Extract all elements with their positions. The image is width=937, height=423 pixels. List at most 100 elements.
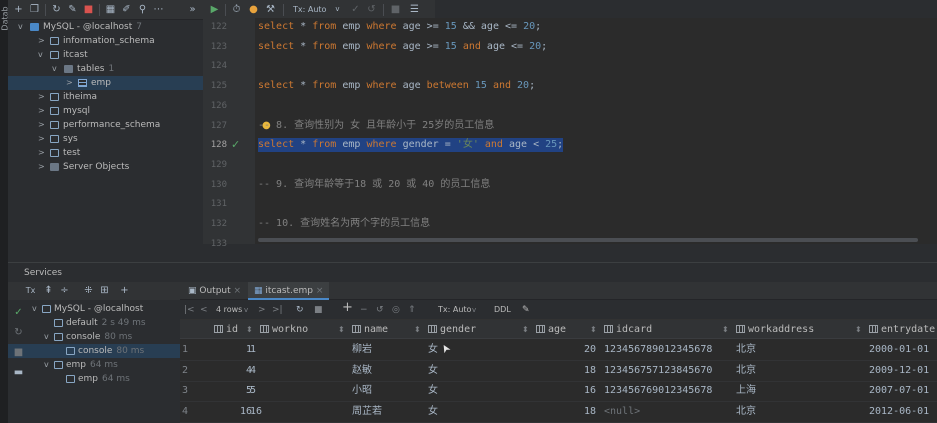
next-page-icon[interactable]: > [258, 303, 266, 317]
cell-id[interactable]: 16 [210, 402, 252, 422]
ddl-button[interactable]: DDL [494, 303, 511, 317]
code-line[interactable]: select * from emp where gender = '女' and… [258, 138, 564, 153]
pencil-icon[interactable]: ✐ [120, 3, 133, 16]
refresh-icon[interactable]: ↻ [50, 3, 63, 16]
column-header-name[interactable]: name [348, 320, 424, 339]
results-layout-icon[interactable]: ☰ [408, 3, 421, 16]
tree-item[interactable]: > test [8, 146, 203, 160]
chevron-down-icon[interactable]: v [44, 358, 49, 372]
chevron-right-icon[interactable]: > [38, 146, 45, 160]
editor-horizontal-scrollbar[interactable] [258, 238, 918, 242]
column-header-entrydate[interactable]: entrydate [865, 320, 937, 339]
service-item[interactable]: v emp 64 ms [8, 358, 180, 372]
code-line[interactable]: select * from emp where age >= 15 && age… [258, 20, 541, 34]
delete-row-icon[interactable]: − [360, 303, 368, 317]
chevron-right-icon[interactable]: > [38, 34, 45, 48]
tree-item[interactable]: v MySQL - @localhost 7 [8, 20, 203, 34]
cell-gender[interactable]: 女 [428, 402, 536, 422]
tab-itcast-emp[interactable]: ▦ itcast.emp × [248, 282, 330, 300]
code-line[interactable]: select * from emp where age >= 15 and ag… [258, 40, 547, 54]
cell-entrydate[interactable]: 2000-01-01 [869, 340, 937, 360]
more-icon[interactable]: ⋯ [152, 3, 165, 16]
code-line[interactable]: -- 9. 查询年龄等于18 或 20 或 40 的员工信息 [258, 178, 490, 192]
collapse-all-icon[interactable]: ⇞ [42, 284, 55, 297]
chevron-right-icon[interactable]: > [38, 104, 45, 118]
preview-icon[interactable]: ◎ [392, 303, 400, 317]
cell-gender[interactable]: 女 [428, 381, 536, 401]
chevron-down-icon[interactable]: v [52, 62, 57, 76]
run-icon[interactable]: ▶ [208, 3, 221, 16]
row-number[interactable]: 3 [182, 381, 198, 401]
row-number[interactable]: 2 [182, 361, 198, 381]
tree-item[interactable]: > mysql [8, 104, 203, 118]
column-header-workno[interactable]: workno [256, 320, 348, 339]
cell-workno[interactable]: 4 [250, 361, 342, 381]
results-tx-mode-select[interactable]: Tx: Auto [438, 303, 471, 317]
cell-entrydate[interactable]: 2009-12-01 [869, 361, 937, 381]
code-line[interactable]: -- 10. 查询姓名为两个字的员工信息 [258, 217, 430, 231]
cell-id[interactable]: 5 [210, 381, 252, 401]
cell-id[interactable]: 1 [210, 340, 252, 360]
cell-gender[interactable]: 女 [428, 361, 536, 381]
chevron-down-icon[interactable]: v [44, 330, 49, 344]
tree-item[interactable]: > emp [8, 76, 203, 90]
service-item[interactable]: default 2 s 49 ms [8, 316, 180, 330]
expand-all-icon[interactable]: ÷ [58, 284, 71, 297]
expand-toolbar-icon[interactable]: » [186, 3, 199, 16]
pin-icon[interactable]: ✎ [522, 303, 530, 317]
cell-workaddress[interactable]: 北京 [736, 402, 869, 422]
sort-icon[interactable]: ⬍ [722, 325, 729, 334]
cell-workaddress[interactable]: 上海 [736, 381, 869, 401]
cell-entrydate[interactable]: 2012-06-01 [869, 402, 937, 422]
column-header-workaddress[interactable]: workaddress [732, 320, 865, 339]
tree-item[interactable]: > performance_schema [8, 118, 203, 132]
chevron-down-icon[interactable]: v [18, 20, 23, 34]
tab-output[interactable]: ▣ Output × [182, 282, 247, 300]
chevron-right-icon[interactable]: > [38, 132, 45, 146]
cell-idcard[interactable]: 123456757123845670 [604, 361, 736, 381]
chevron-right-icon[interactable]: > [66, 76, 73, 90]
chevron-down-icon[interactable]: v [38, 48, 43, 62]
filter-icon[interactable]: ⚲ [136, 3, 149, 16]
chevron-down-icon[interactable]: v [32, 302, 37, 316]
tree-item[interactable]: > sys [8, 132, 203, 146]
check-icon[interactable]: ✓ [12, 306, 25, 319]
tx-icon[interactable]: Tx [24, 284, 37, 297]
cell-workno[interactable]: 16 [250, 402, 342, 422]
cell-idcard[interactable]: 123456789012345678 [604, 340, 736, 360]
cell-workaddress[interactable]: 北京 [736, 340, 869, 360]
cell-age[interactable]: 16 [532, 381, 596, 401]
tree-item[interactable]: > information_schema [8, 34, 203, 48]
service-item[interactable]: v console 80 ms [8, 330, 180, 344]
rows-count-select[interactable]: 4 rows [216, 303, 242, 317]
add-row-icon[interactable]: + [342, 301, 353, 315]
prev-page-icon[interactable]: < [200, 303, 208, 317]
sort-icon[interactable]: ⬍ [855, 325, 862, 334]
wrench-icon[interactable]: ⚒ [264, 3, 277, 16]
row-number[interactable]: 1 [182, 340, 198, 360]
history-icon[interactable]: ⏱ [230, 3, 243, 16]
database-tool-stripe[interactable]: Datab [0, 0, 10, 423]
tree-item[interactable]: > itheima [8, 90, 203, 104]
sort-icon[interactable]: ⬍ [246, 325, 253, 334]
layout-icon[interactable]: ▬ [12, 366, 25, 379]
service-item[interactable]: console 80 ms [8, 344, 180, 358]
first-page-icon[interactable]: |< [184, 303, 195, 317]
cell-idcard[interactable]: 123456769012345678 [604, 381, 736, 401]
cell-name[interactable]: 赵敏 [352, 361, 428, 381]
rerun-icon[interactable]: ↻ [12, 326, 25, 339]
results-grid[interactable]: id ⬍ workno ⬍ name ⬍ gender ⬍ age ⬍ idcard ⬍ workadd… [180, 320, 937, 423]
group-icon[interactable]: ⁜ [82, 284, 95, 297]
cell-workno[interactable]: 1 [250, 340, 342, 360]
chevron-right-icon[interactable]: > [38, 90, 45, 104]
copy-icon[interactable]: ❐ [28, 3, 41, 16]
stop-service-icon[interactable]: ■ [12, 346, 25, 359]
column-header-gender[interactable]: gender [424, 320, 532, 339]
cell-name[interactable]: 小昭 [352, 381, 428, 401]
tree-item[interactable]: > Server Objects [8, 160, 203, 174]
chevron-right-icon[interactable]: > [38, 160, 45, 174]
edit-icon[interactable]: ✎ [66, 3, 79, 16]
filter-services-icon[interactable]: ⊞ [98, 284, 111, 297]
reload-icon[interactable]: ↻ [296, 303, 304, 317]
sort-icon[interactable]: ⬍ [522, 325, 529, 334]
